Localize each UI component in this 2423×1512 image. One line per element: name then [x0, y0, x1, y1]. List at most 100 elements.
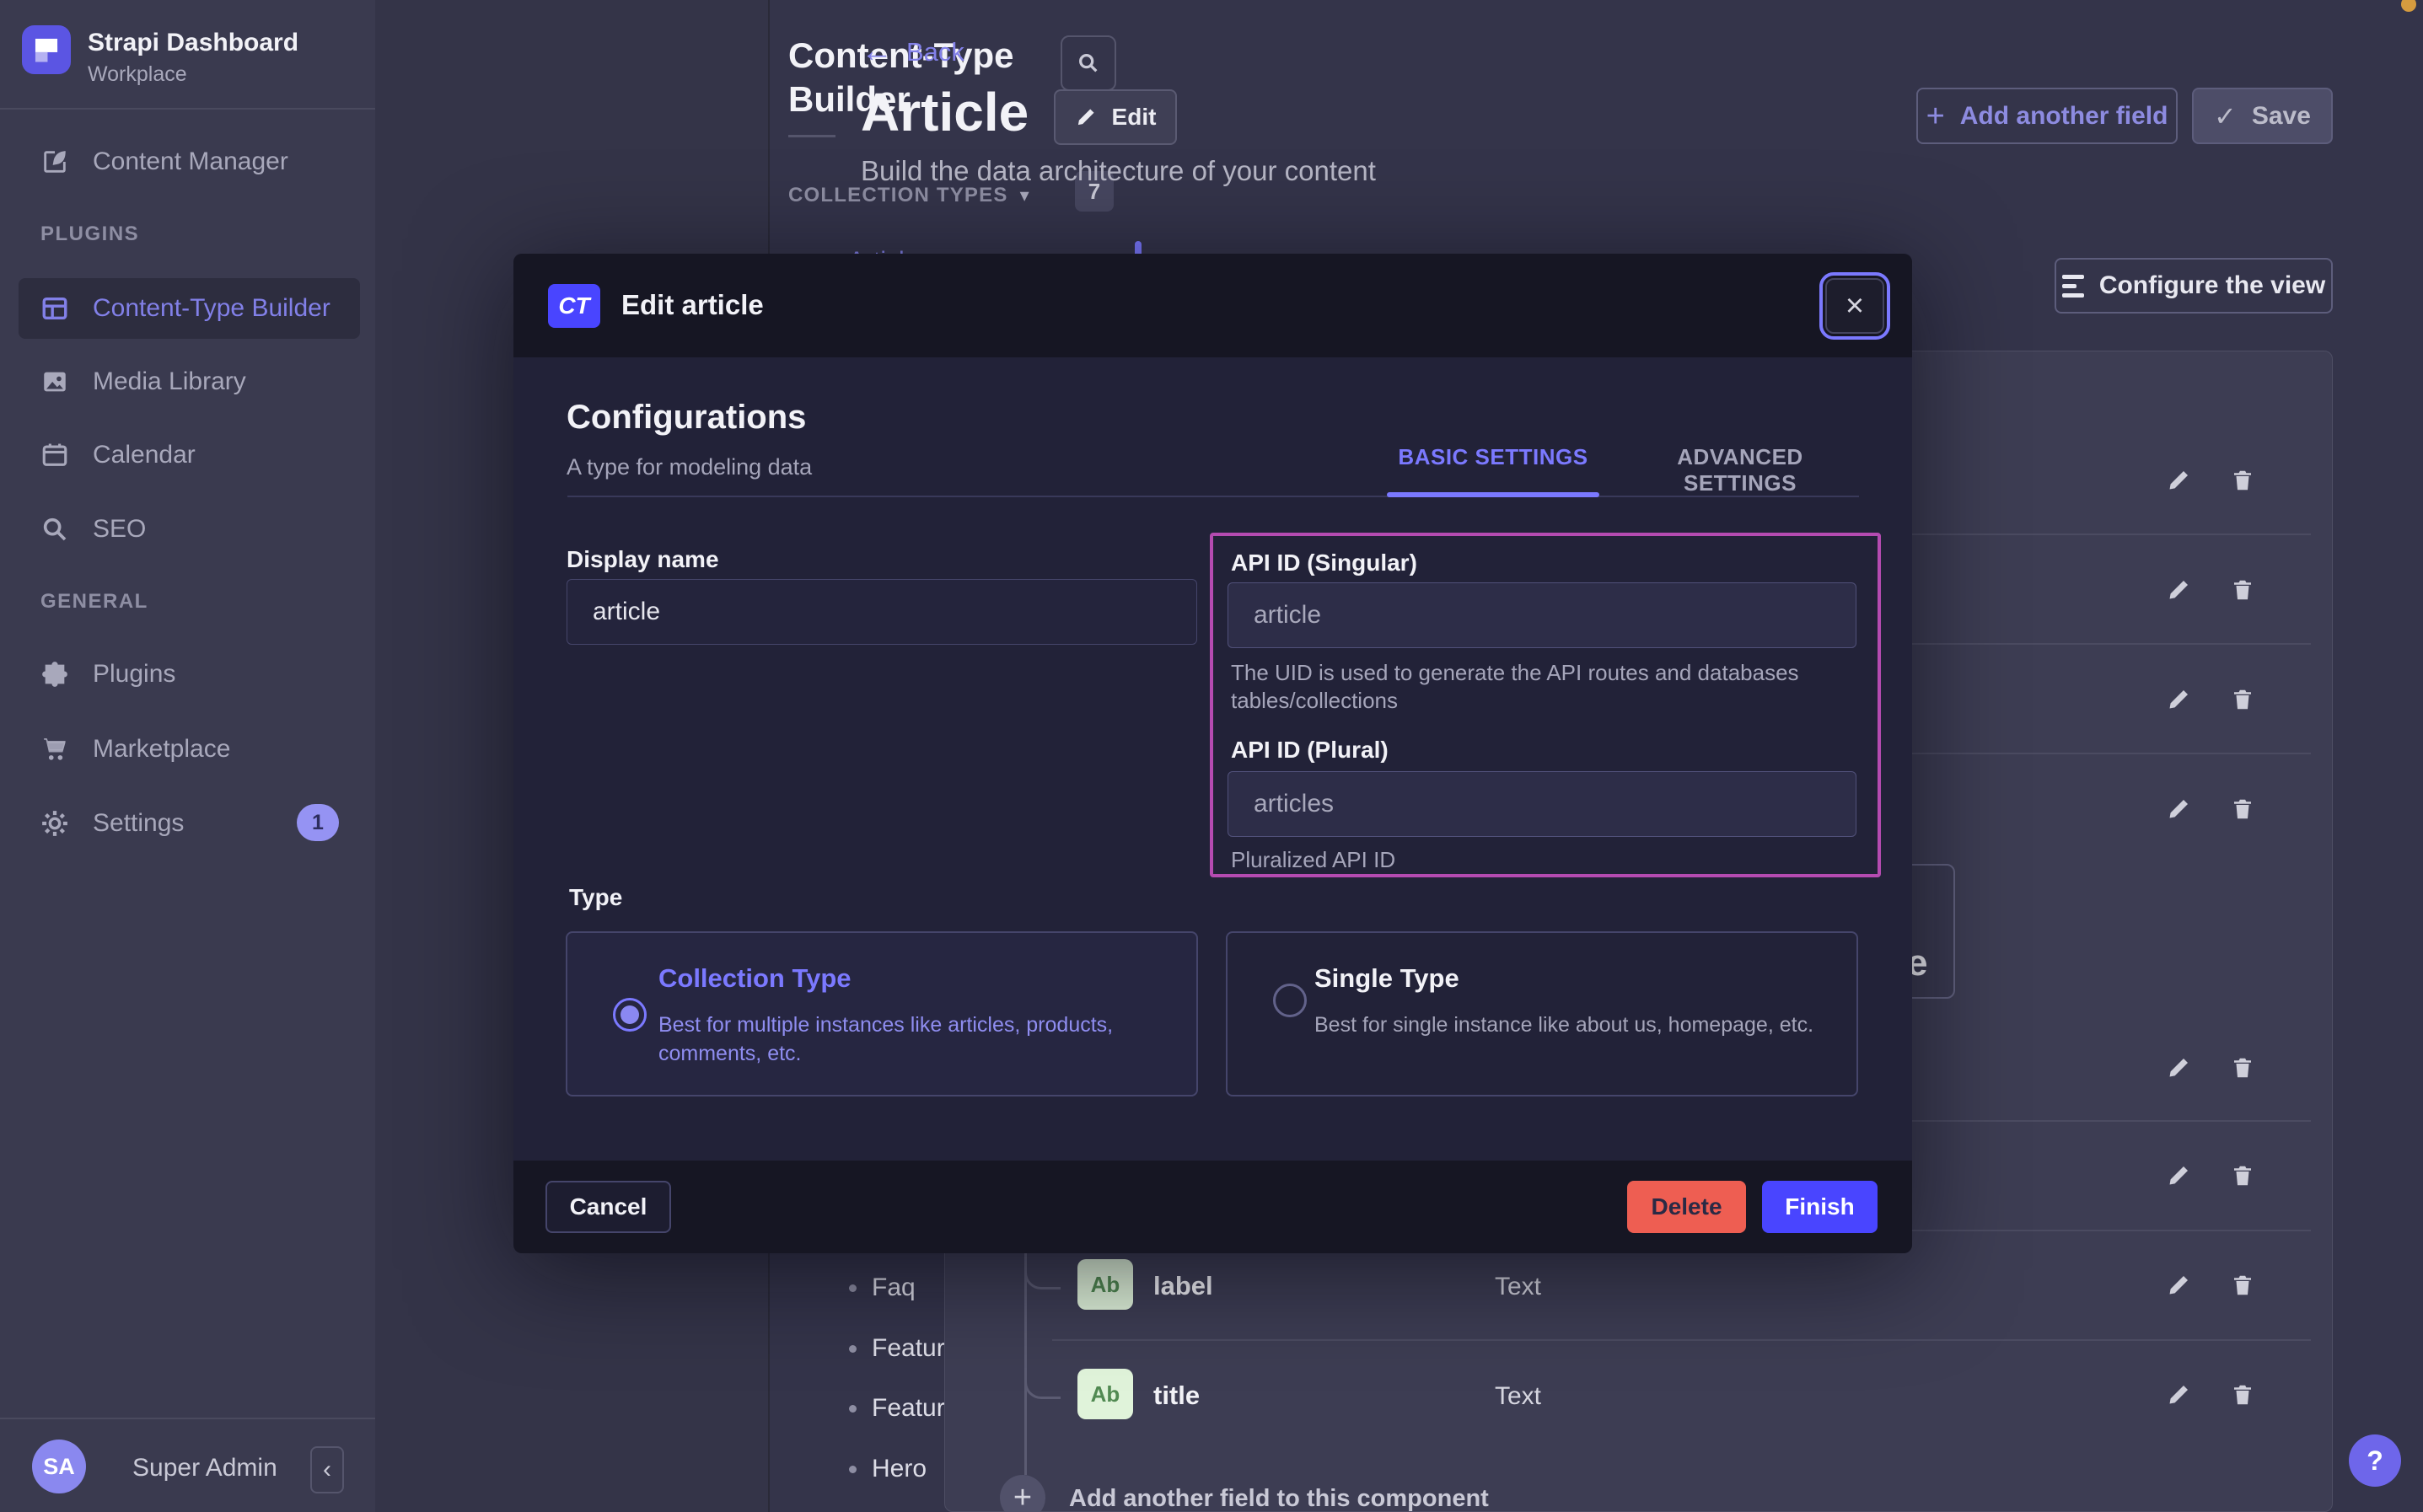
tree-connector [1024, 1344, 1061, 1399]
pencil-icon[interactable] [2166, 577, 2191, 603]
component-item-faq[interactable]: Faq [849, 1271, 916, 1305]
modal-subheading: A type for modeling data [567, 454, 812, 480]
sidebar-item-label: Media Library [93, 367, 246, 396]
bullet-icon [849, 1466, 857, 1473]
finish-button[interactable]: Finish [1762, 1181, 1878, 1233]
field-type-badge: Ab [1077, 1369, 1133, 1419]
pencil-icon[interactable] [2166, 468, 2191, 493]
collection-types-label: COLLECTION TYPES [788, 184, 1008, 207]
tab-advanced-settings[interactable]: ADVANCED SETTINGS [1623, 444, 1857, 496]
api-id-singular-help: The UID is used to generate the API rout… [1231, 659, 1846, 715]
sidebar-item-label: Content Manager [93, 147, 288, 176]
trash-icon[interactable] [2230, 1163, 2255, 1188]
layout-grid-icon [40, 294, 69, 323]
configure-view-button[interactable]: Configure the view [2055, 258, 2333, 314]
image-icon [40, 367, 69, 396]
trash-icon[interactable] [2230, 577, 2255, 603]
avatar[interactable]: SA [32, 1440, 86, 1493]
sidebar-divider [0, 108, 375, 110]
add-another-field-button[interactable]: + Add another field [1916, 88, 2178, 144]
api-id-highlight-box: API ID (Singular) The UID is used to gen… [1210, 533, 1881, 877]
help-button[interactable]: ? [2349, 1434, 2401, 1487]
brand-title: Strapi Dashboard [88, 29, 298, 57]
sidebar-item-label: Marketplace [93, 735, 230, 764]
close-button[interactable]: × [1825, 278, 1884, 334]
pencil-icon[interactable] [2166, 796, 2191, 822]
item-label: Faq [872, 1273, 916, 1302]
trash-icon[interactable] [2230, 1273, 2255, 1298]
configure-label: Configure the view [2099, 271, 2325, 300]
collection-types-header[interactable]: COLLECTION TYPES ▾ [788, 184, 1030, 207]
sidebar-item-seo[interactable]: SEO [40, 509, 146, 550]
chevron-left-icon: ‹ [323, 1456, 331, 1484]
pencil-icon[interactable] [2166, 1055, 2191, 1080]
save-button[interactable]: ✓ Save [2192, 88, 2333, 144]
strapi-dashboard-screen: Strapi Dashboard Workplace Content Manag… [0, 0, 2423, 1512]
bullet-icon [849, 1405, 857, 1413]
search-icon [40, 515, 69, 544]
modal-footer: Cancel Delete Finish [513, 1161, 1912, 1253]
add-field-to-component-label[interactable]: Add another field to this component [1069, 1485, 1489, 1512]
user-name: Super Admin [132, 1454, 277, 1483]
pencil-icon[interactable] [2166, 1163, 2191, 1188]
sidebar-item-settings[interactable]: Settings [40, 803, 184, 844]
save-label: Save [2252, 102, 2311, 131]
pencil-icon[interactable] [2166, 1273, 2191, 1298]
modal-heading: Configurations [567, 399, 806, 437]
item-label: Hero [872, 1455, 927, 1483]
api-id-plural-label: API ID (Plural) [1231, 737, 1389, 764]
gear-icon [40, 809, 69, 838]
radio-selected-icon[interactable] [613, 998, 647, 1032]
page-title: Article [861, 81, 1029, 143]
api-id-singular-input[interactable] [1228, 582, 1856, 648]
main-sidebar: Strapi Dashboard Workplace Content Manag… [0, 0, 375, 1512]
sidebar-item-label: Settings [93, 809, 184, 838]
display-name-input[interactable] [567, 579, 1197, 645]
sidebar-item-plugins[interactable]: Plugins [40, 654, 175, 694]
field-name: label [1153, 1271, 1213, 1301]
sidebar-item-label: SEO [93, 515, 146, 544]
title-divider [788, 135, 835, 137]
sidebar-item-calendar[interactable]: Calendar [40, 435, 196, 475]
chevron-down-icon: ▾ [1020, 185, 1030, 206]
single-type-title: Single Type [1314, 963, 1459, 994]
edit-button[interactable]: Edit [1054, 89, 1177, 145]
tab-divider [567, 496, 1859, 497]
check-icon: ✓ [2214, 100, 2237, 132]
sidebar-collapse-button[interactable]: ‹ [310, 1446, 344, 1493]
collection-type-description: Best for multiple instances like article… [658, 1011, 1164, 1068]
component-item-hero[interactable]: Hero [849, 1452, 927, 1486]
search-button[interactable] [1061, 35, 1116, 91]
pencil-icon[interactable] [2166, 1382, 2191, 1407]
close-icon: × [1845, 288, 1864, 324]
trash-icon[interactable] [2230, 468, 2255, 493]
field-name: title [1153, 1381, 1200, 1411]
field-type-badge: Ab [1077, 1259, 1133, 1310]
back-link[interactable]: ← Back [861, 34, 964, 70]
arrow-left-icon: ← [861, 34, 893, 70]
api-id-plural-input[interactable] [1228, 771, 1856, 837]
sidebar-item-content-type-builder[interactable]: Content-Type Builder [40, 288, 330, 329]
calendar-icon [40, 441, 69, 469]
sidebar-item-content-manager[interactable]: Content Manager [40, 142, 288, 182]
pencil-icon[interactable] [2166, 687, 2191, 712]
collection-type-title: Collection Type [658, 963, 852, 994]
trash-icon[interactable] [2230, 687, 2255, 712]
plus-icon: + [1926, 100, 1945, 132]
collection-type-option[interactable]: Collection Type Best for multiple instan… [566, 931, 1198, 1096]
cancel-button[interactable]: Cancel [545, 1181, 671, 1233]
trash-icon[interactable] [2230, 1055, 2255, 1080]
sidebar-item-marketplace[interactable]: Marketplace [40, 729, 230, 769]
trash-icon[interactable] [2230, 796, 2255, 822]
plus-icon: + [1013, 1480, 1032, 1512]
trash-icon[interactable] [2230, 1382, 2255, 1407]
radio-unselected-icon[interactable] [1273, 984, 1307, 1017]
edit-article-modal: CT Edit article × Configurations A type … [513, 254, 1912, 1253]
sidebar-section-general: GENERAL [40, 590, 148, 614]
sidebar-item-media-library[interactable]: Media Library [40, 362, 246, 402]
puzzle-icon [40, 660, 69, 689]
tab-basic-settings[interactable]: BASIC SETTINGS [1387, 444, 1599, 470]
single-type-option[interactable]: Single Type Best for single instance lik… [1226, 931, 1858, 1096]
delete-button[interactable]: Delete [1627, 1181, 1746, 1233]
page-subtitle: Build the data architecture of your cont… [861, 155, 1376, 187]
